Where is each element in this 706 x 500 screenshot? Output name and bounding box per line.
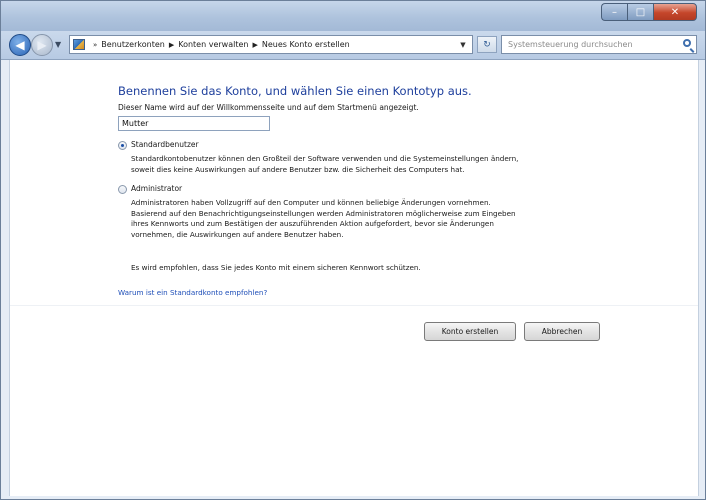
forward-button[interactable]: ▶ [31, 34, 53, 56]
close-button[interactable]: ✕ [653, 3, 697, 21]
breadcrumb-item[interactable]: Benutzerkonten [101, 40, 165, 49]
refresh-button[interactable]: ↻ [477, 36, 497, 53]
divider [10, 305, 698, 306]
radio-standard-user[interactable] [118, 141, 127, 150]
search-icon[interactable] [683, 39, 691, 47]
description-line: soweit dies keine Auswirkungen auf ander… [131, 164, 465, 174]
description-line: Basierend auf den Benachrichtigungseinst… [131, 208, 516, 218]
page-title: Benennen Sie das Konto, und wählen Sie e… [118, 84, 472, 98]
arrow-right-icon: ▶ [37, 38, 47, 52]
search-box[interactable] [501, 35, 697, 54]
caption-buttons: – □ ✕ [601, 3, 697, 21]
radio-administrator[interactable] [118, 185, 127, 194]
breadcrumb-item[interactable]: Neues Konto erstellen [262, 40, 350, 49]
back-button[interactable]: ◀ [9, 34, 31, 56]
standard-user-description: Standardkontobenutzer können den Großtei… [131, 154, 518, 175]
main-content: Benennen Sie das Konto, und wählen Sie e… [9, 60, 699, 496]
name-hint-text: Dieser Name wird auf der Willkommensseit… [118, 103, 419, 112]
maximize-button[interactable]: □ [627, 3, 653, 21]
administrator-description: Administratoren haben Vollzugriff auf de… [131, 198, 516, 240]
description-line: Standardkontobenutzer können den Großtei… [131, 154, 519, 163]
breadcrumb-chevron-icon[interactable]: ▶ [252, 41, 257, 49]
breadcrumb-chevron-icon[interactable]: ▶ [169, 41, 174, 49]
breadcrumb-item[interactable]: Konten verwalten [178, 40, 248, 49]
cancel-button[interactable]: Abbrechen [524, 322, 600, 341]
navigation-bar: ◀ ▶ ▼ » Benutzerkonten ▶ Konten verwalte… [1, 31, 705, 60]
description-line: vornehmen, die Auswirkungen auf andere B… [131, 229, 344, 239]
window: – □ ✕ ◀ ▶ ▼ » Benutzerkonten ▶ Konten ve… [0, 0, 706, 500]
password-recommendation: Es wird empfohlen, dass Sie jedes Konto … [131, 263, 421, 272]
control-panel-icon [73, 39, 85, 50]
recent-pages-dropdown-icon[interactable]: ▼ [55, 40, 61, 49]
create-account-button[interactable]: Konto erstellen [424, 322, 516, 341]
option-label-administrator[interactable]: Administrator [131, 184, 182, 193]
arrow-left-icon: ◀ [15, 38, 25, 52]
search-input[interactable] [502, 36, 680, 53]
option-label-standard-user[interactable]: Standardbenutzer [131, 140, 199, 149]
breadcrumb-chevron-icon[interactable]: » [93, 41, 97, 49]
address-dropdown-icon[interactable]: ▼ [456, 37, 470, 52]
minimize-button[interactable]: – [601, 3, 627, 21]
description-line: ihres Kennworts und zum Bestätigen der a… [131, 219, 494, 228]
refresh-icon: ↻ [483, 39, 491, 50]
address-bar[interactable]: » Benutzerkonten ▶ Konten verwalten ▶ Ne… [69, 35, 473, 54]
title-bar[interactable]: – □ ✕ [1, 1, 705, 31]
description-line: Administratoren haben Vollzugriff auf de… [131, 198, 491, 207]
why-standard-account-link[interactable]: Warum ist ein Standardkonto empfohlen? [118, 288, 267, 297]
account-name-input[interactable] [118, 116, 270, 131]
